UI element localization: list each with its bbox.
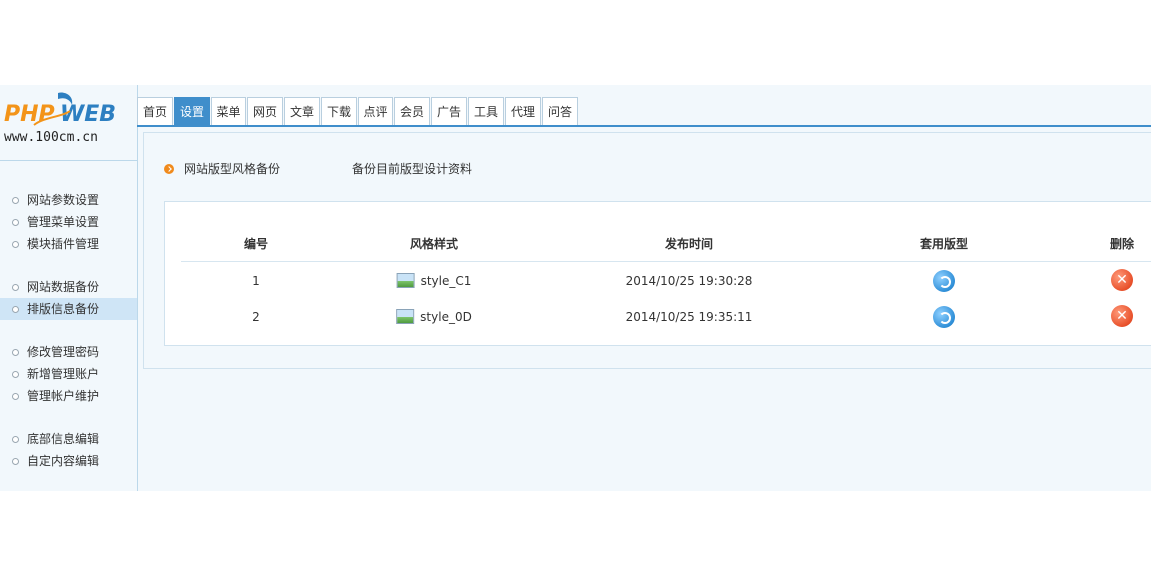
tab-10[interactable]: 工具 — [468, 97, 504, 125]
tab-1[interactable]: 首页 — [137, 97, 173, 125]
tab-7[interactable]: 点评 — [358, 97, 393, 125]
tab-9[interactable]: 广告 — [431, 97, 467, 125]
circle-bullet-icon — [12, 241, 19, 248]
sidebar-item-label: 新增管理账户 — [27, 367, 100, 381]
refresh-icon[interactable] — [933, 306, 955, 328]
header-style: 风格样式 — [409, 237, 459, 251]
tab-5[interactable]: 文章 — [284, 97, 320, 125]
row-1-time: 2014/10/25 19:30:28 — [625, 274, 753, 288]
sidebar-item[interactable]: 管理菜单设置 — [0, 211, 137, 233]
app-frame: PHP WEB www.100cm.cn 网站参数设置 管理菜单设置 模块插件管理网… — [0, 85, 1151, 491]
sidebar-item-label: 网站数据备份 — [27, 280, 100, 294]
sidebar-item-label: 网站参数设置 — [27, 193, 100, 207]
svg-text:PHP: PHP — [4, 102, 55, 127]
image-thumbnail-icon — [396, 309, 415, 324]
tab-3[interactable]: 菜单 — [211, 97, 246, 125]
row-2-style-name: style_0D — [420, 310, 472, 324]
sidebar-item[interactable]: 自定内容编辑 — [0, 450, 137, 472]
sidebar: PHP WEB www.100cm.cn 网站参数设置 管理菜单设置 模块插件管理网… — [0, 85, 138, 491]
row-1-style[interactable]: style_C1 — [396, 271, 472, 291]
refresh-icon[interactable] — [933, 270, 955, 292]
header-delete: 删除 — [1109, 237, 1135, 251]
circle-bullet-icon — [12, 349, 19, 356]
sidebar-item[interactable]: 模块插件管理 — [0, 233, 137, 255]
delete-x-icon[interactable]: ✕ — [1111, 269, 1133, 291]
svg-text:www.100cm.cn: www.100cm.cn — [4, 130, 98, 145]
header-apply: 套用版型 — [919, 237, 969, 251]
tab-12[interactable]: 问答 — [542, 97, 578, 125]
sidebar-item[interactable]: 管理帐户维护 — [0, 385, 137, 407]
sidebar-group-4: 底部信息编辑 自定内容编辑 — [0, 428, 137, 472]
sidebar-item[interactable]: 网站数据备份 — [0, 276, 137, 298]
circle-bullet-icon — [12, 306, 19, 313]
sidebar-item-label: 底部信息编辑 — [27, 432, 100, 446]
circle-bullet-icon — [12, 197, 19, 204]
tab-11[interactable]: 代理 — [505, 97, 541, 125]
circle-bullet-icon — [12, 219, 19, 226]
sidebar-group-1: 网站参数设置 管理菜单设置 模块插件管理 — [0, 189, 137, 255]
sidebar-item-label: 管理菜单设置 — [27, 215, 100, 229]
top-tab-bar: 首页 设置 菜单 网页 文章 下载 点评 会员 广告 工具 代理 问答 — [137, 95, 1151, 127]
sidebar-item-label: 管理帐户维护 — [27, 389, 100, 403]
sidebar-item-label: 模块插件管理 — [27, 237, 100, 251]
tab-4[interactable]: 网页 — [247, 97, 283, 125]
header-id: 编号 — [243, 237, 269, 251]
sidebar-item-label: 排版信息备份 — [27, 302, 100, 316]
sidebar-item[interactable]: 网站参数设置 — [0, 189, 137, 211]
sidebar-item[interactable]: 新增管理账户 — [0, 363, 137, 385]
circle-bullet-icon — [12, 436, 19, 443]
svg-text:WEB: WEB — [60, 102, 116, 127]
circle-bullet-icon — [12, 393, 19, 400]
backup-table: 编号 风格样式 发布时间 套用版型 删除 1 style_C1 2014/10/… — [164, 201, 1151, 346]
circle-bullet-icon — [12, 458, 19, 465]
header-time: 发布时间 — [664, 237, 714, 251]
header-divider — [181, 261, 1151, 262]
row-2-style[interactable]: style_0D — [396, 307, 472, 327]
image-thumbnail-icon — [396, 273, 415, 288]
section-description: 备份目前版型设计资料 — [352, 162, 473, 176]
section-title-label: 网站版型风格备份 — [184, 162, 281, 176]
phpweb-logo: PHP WEB www.100cm.cn — [4, 92, 116, 145]
orange-arrow-icon — [164, 164, 174, 174]
row-2-time: 2014/10/25 19:35:11 — [625, 310, 753, 324]
sidebar-item[interactable]: 底部信息编辑 — [0, 428, 137, 450]
sidebar-item[interactable]: 修改管理密码 — [0, 341, 137, 363]
sidebar-group-3: 修改管理密码 新增管理账户 管理帐户维护 — [0, 341, 137, 407]
content-panel: 网站版型风格备份 备份目前版型设计资料 编号 风格样式 发布时间 套用版型 删除… — [143, 132, 1151, 369]
sidebar-item-label: 修改管理密码 — [27, 345, 100, 359]
delete-x-icon[interactable]: ✕ — [1111, 305, 1133, 327]
tab-8[interactable]: 会员 — [394, 97, 430, 125]
row-1-style-name: style_C1 — [420, 274, 472, 288]
tab-2[interactable]: 设置 — [174, 97, 210, 125]
circle-bullet-icon — [12, 284, 19, 291]
sidebar-group-2: 网站数据备份 排版信息备份 — [0, 276, 137, 320]
sidebar-item[interactable]: 排版信息备份 — [0, 298, 137, 320]
sidebar-item-label: 自定内容编辑 — [27, 454, 100, 468]
circle-bullet-icon — [12, 371, 19, 378]
row-1-id: 1 — [252, 274, 260, 288]
logo-divider — [0, 160, 137, 161]
row-2-id: 2 — [252, 310, 260, 324]
tab-6[interactable]: 下载 — [321, 97, 357, 125]
